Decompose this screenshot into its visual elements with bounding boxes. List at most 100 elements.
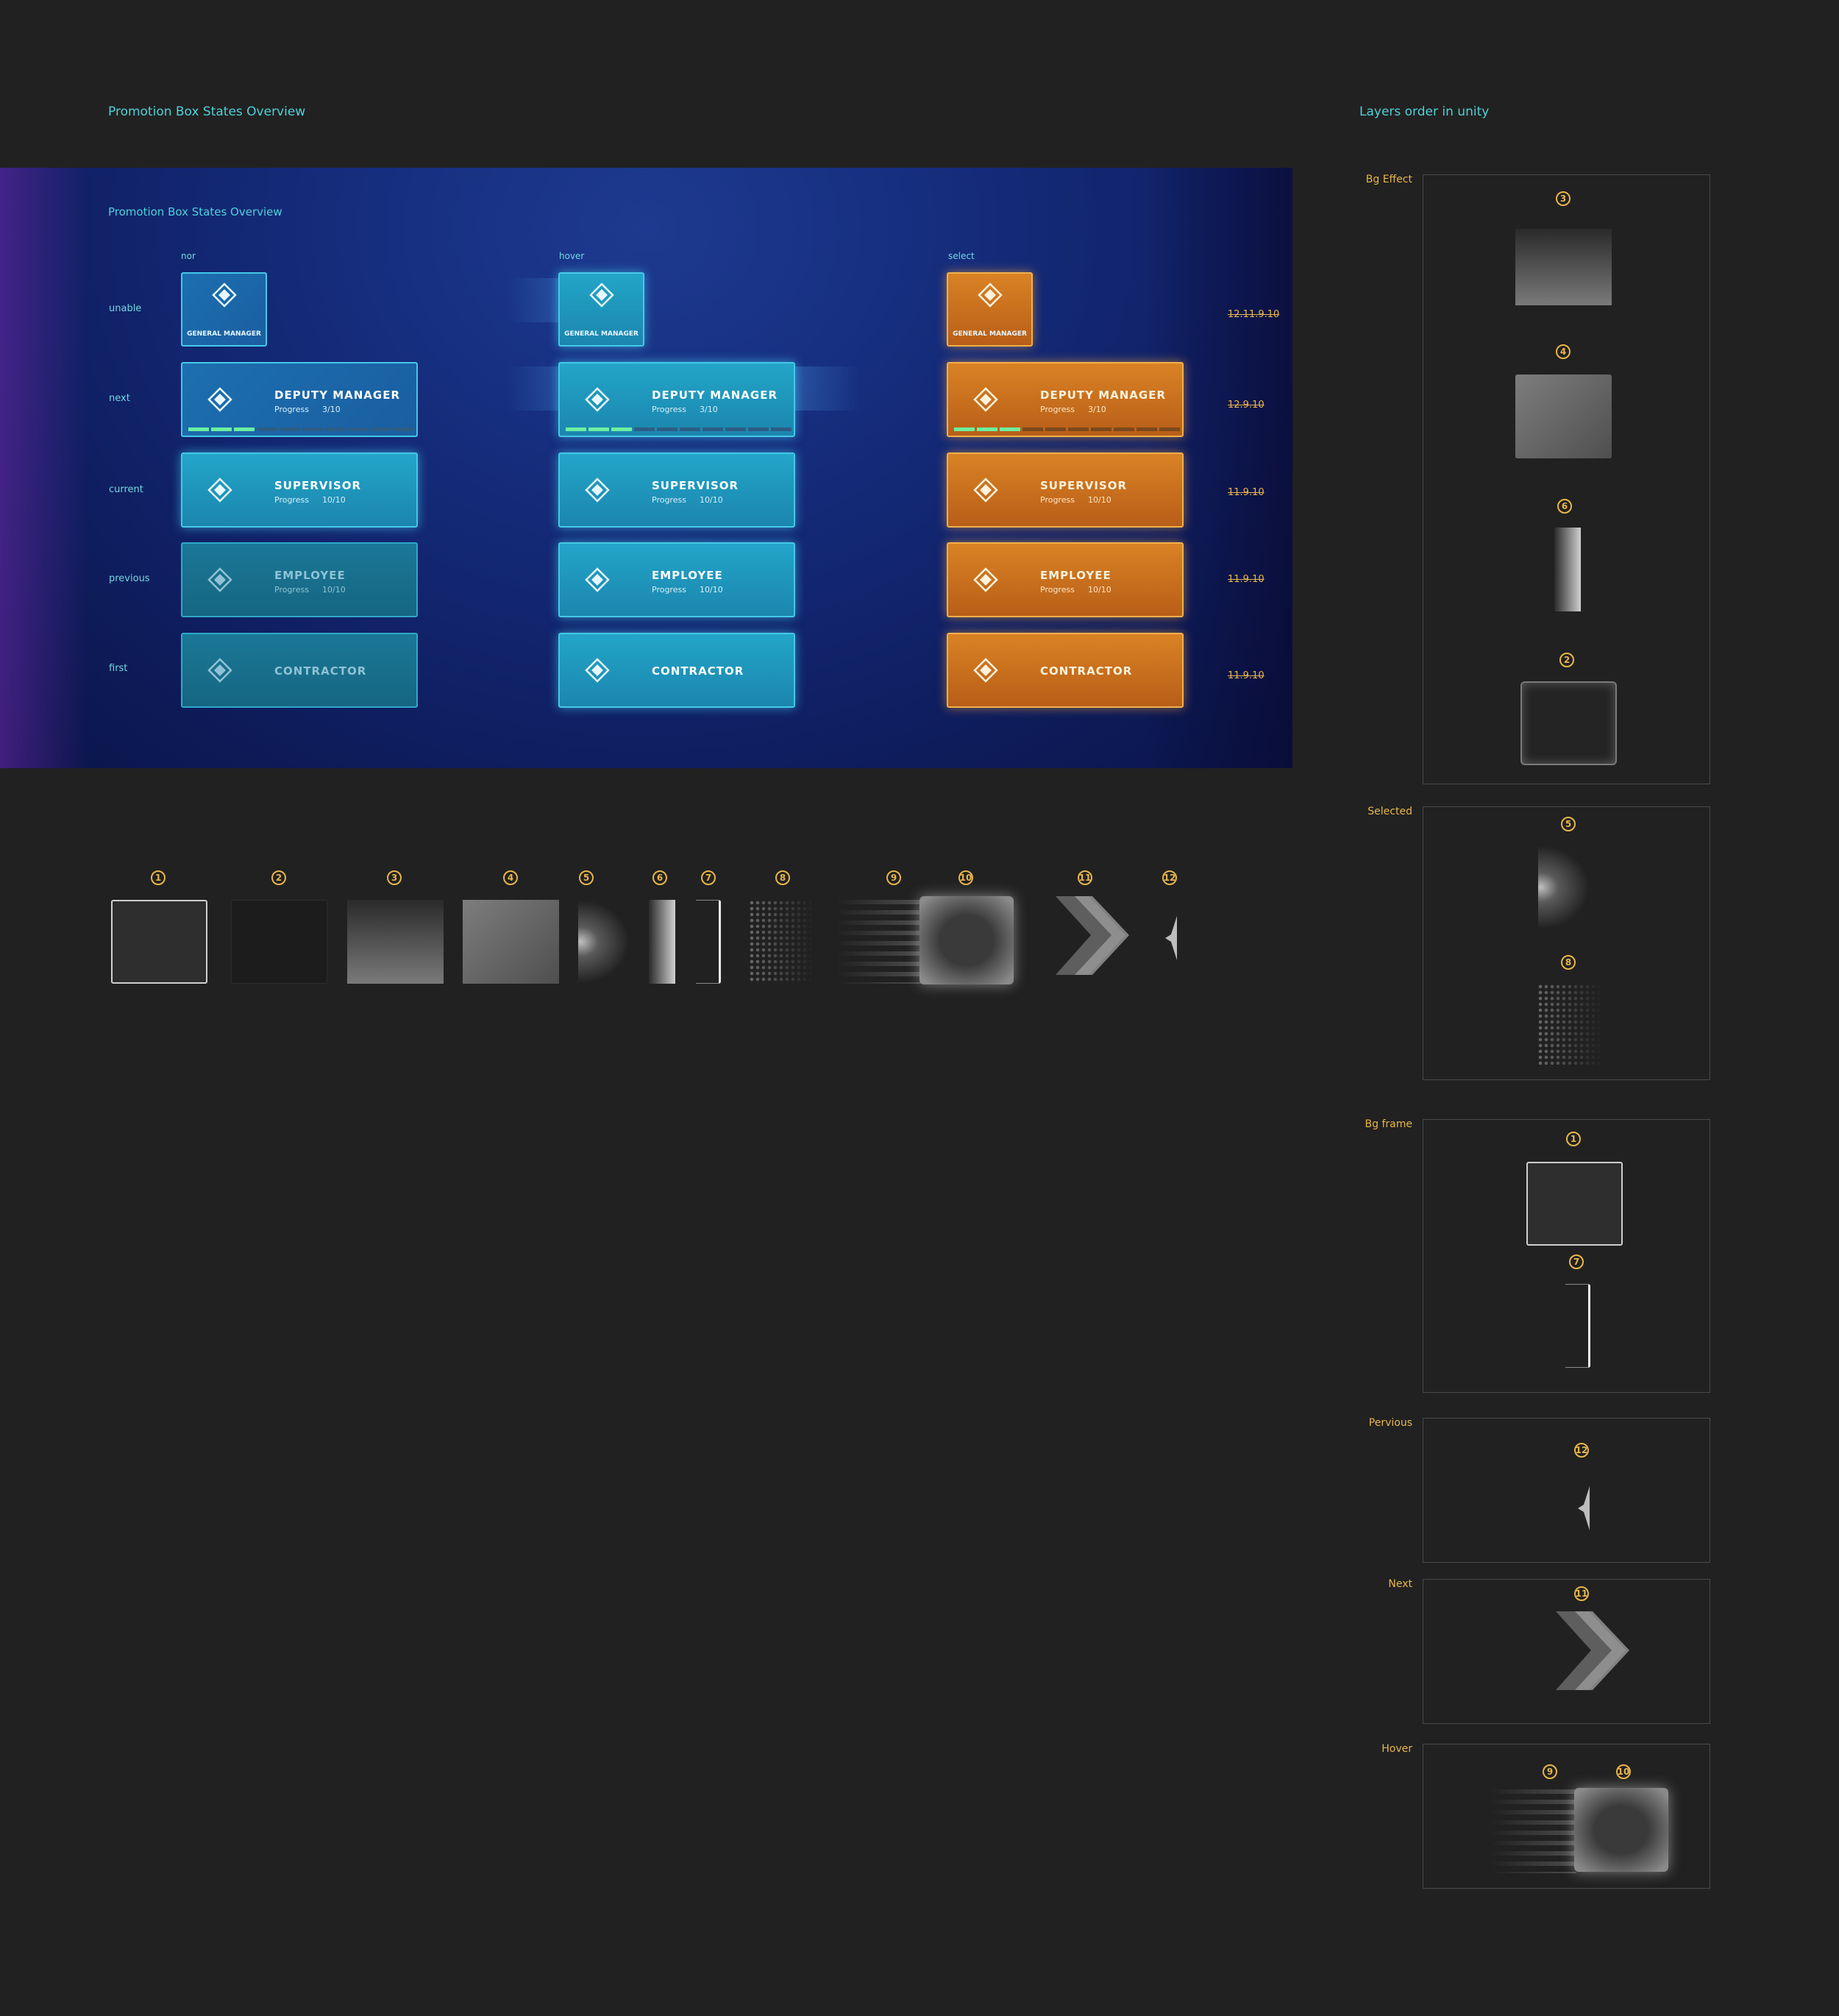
column-header-select: select xyxy=(948,251,975,261)
card-general-manager-select[interactable]: GENERAL MANAGER xyxy=(947,272,1033,347)
card-contractor-hover[interactable]: CONTRACTOR xyxy=(558,633,795,708)
section-label-pervious: Pervious xyxy=(1368,1417,1412,1429)
progress-bar xyxy=(188,427,414,431)
card-supervisor-hover[interactable]: SUPERVISOR Progress 10/10 xyxy=(558,452,795,528)
solid-effect-layer xyxy=(1515,375,1612,458)
card-name: GENERAL MANAGER xyxy=(564,330,639,338)
layer-number: 9 xyxy=(1543,1764,1557,1779)
pervious-panel xyxy=(1423,1418,1710,1563)
card-general-manager-nor[interactable]: GENERAL MANAGER xyxy=(181,272,267,347)
card-name: SUPERVISOR xyxy=(652,479,739,492)
card-deputy-manager-nor[interactable]: DEPUTY MANAGER Progress 3/10 xyxy=(181,362,418,437)
card-employee-nor[interactable]: EMPLOYEE Progress 10/10 xyxy=(181,542,418,617)
previous-marker-icon xyxy=(1165,916,1177,960)
layer-number: 1 xyxy=(1566,1132,1581,1146)
rank-emblem-icon xyxy=(585,387,610,412)
swatch-number: 1 xyxy=(151,870,166,885)
section-label-bg-effect: Bg Effect xyxy=(1365,174,1412,185)
hover-glow-swatch xyxy=(920,896,1014,984)
card-supervisor-select[interactable]: SUPERVISOR Progress 10/10 xyxy=(947,452,1184,528)
card-name: SUPERVISOR xyxy=(1040,479,1128,492)
card-contractor-select[interactable]: CONTRACTOR xyxy=(947,633,1184,708)
swatch-number: 4 xyxy=(503,870,518,885)
card-name: DEPUTY MANAGER xyxy=(274,388,400,402)
progress-value: 10/10 xyxy=(322,495,346,505)
next-chevron-icon xyxy=(1056,896,1129,975)
date-previous: 11.9.10 xyxy=(1228,574,1264,585)
rank-emblem-icon xyxy=(585,658,610,683)
card-supervisor-nor[interactable]: SUPERVISOR Progress 10/10 xyxy=(181,452,418,528)
progress-label: Progress xyxy=(652,495,686,505)
card-name: CONTRACTOR xyxy=(274,664,367,678)
rank-emblem-icon xyxy=(973,658,998,683)
progress-label: Progress xyxy=(1040,585,1075,594)
selected-edge-layer xyxy=(1538,845,1590,929)
section-label-bg-frame: Bg frame xyxy=(1365,1118,1412,1130)
card-employee-hover[interactable]: EMPLOYEE Progress 10/10 xyxy=(558,542,795,617)
progress-bar xyxy=(566,427,792,431)
progress-value: 10/10 xyxy=(1088,495,1111,505)
row-label-next: next xyxy=(109,393,130,404)
progress-value: 3/10 xyxy=(700,405,718,414)
layer-number: 12 xyxy=(1574,1443,1589,1458)
row-label-current: current xyxy=(109,484,143,495)
layer-number: 10 xyxy=(1616,1764,1631,1779)
card-name: CONTRACTOR xyxy=(1040,664,1133,678)
card-name: EMPLOYEE xyxy=(274,569,346,582)
progress-value: 3/10 xyxy=(322,405,341,414)
frame-glow-layer xyxy=(1520,681,1617,765)
card-contractor-nor[interactable]: CONTRACTOR xyxy=(181,633,418,708)
rank-emblem-icon xyxy=(973,387,998,412)
hover-glow-layer xyxy=(1574,1788,1668,1872)
card-employee-select[interactable]: EMPLOYEE Progress 10/10 xyxy=(947,542,1184,617)
row-label-first: first xyxy=(109,663,128,674)
card-deputy-manager-hover[interactable]: DEPUTY MANAGER Progress 3/10 xyxy=(558,362,795,437)
rank-emblem-icon xyxy=(589,283,614,308)
card-deputy-manager-select[interactable]: DEPUTY MANAGER Progress 3/10 xyxy=(947,362,1184,437)
rank-emblem-icon xyxy=(207,658,232,683)
section-label-next: Next xyxy=(1388,1578,1412,1590)
layer-number: 11 xyxy=(1574,1586,1589,1601)
swatch-number: 10 xyxy=(958,870,973,885)
layers-title: Layers order in unity xyxy=(1359,104,1490,119)
progress-label: Progress xyxy=(1040,495,1075,505)
previous-marker-icon xyxy=(1578,1486,1590,1530)
rank-emblem-icon xyxy=(585,478,610,503)
progress-label: Progress xyxy=(274,585,309,594)
rank-emblem-icon xyxy=(212,283,237,308)
card-name: SUPERVISOR xyxy=(274,479,362,492)
date-first: 11.9.10 xyxy=(1228,670,1264,681)
swatch-number: 11 xyxy=(1078,870,1092,885)
bg-frame-layer xyxy=(1526,1162,1623,1246)
progress-label: Progress xyxy=(274,495,309,505)
progress-bar xyxy=(954,427,1180,431)
row-label-previous: previous xyxy=(109,573,150,584)
card-general-manager-hover[interactable]: GENERAL MANAGER xyxy=(558,272,644,347)
swatch-number: 9 xyxy=(886,870,901,885)
hover-streak-layer xyxy=(1490,1789,1576,1873)
progress-value: 10/10 xyxy=(1088,585,1111,594)
date-current: 11.9.10 xyxy=(1228,487,1264,498)
layer-number: 6 xyxy=(1557,499,1572,514)
layer-number: 4 xyxy=(1556,344,1571,359)
card-name: EMPLOYEE xyxy=(652,569,723,582)
layer-number: 3 xyxy=(1556,191,1571,206)
rank-emblem-icon xyxy=(207,478,232,503)
selected-edge-swatch xyxy=(578,900,630,984)
rank-emblem-icon xyxy=(973,567,998,592)
progress-value: 10/10 xyxy=(322,585,346,594)
frame-edge-swatch xyxy=(696,900,721,984)
next-chevron-icon xyxy=(1556,1611,1629,1690)
section-label-hover: Hover xyxy=(1381,1743,1412,1755)
layer-number: 8 xyxy=(1561,955,1576,970)
swatch-number: 3 xyxy=(387,870,402,885)
date-next: 12.9.10 xyxy=(1228,400,1264,411)
section-label-selected: Selected xyxy=(1367,806,1412,817)
progress-label: Progress xyxy=(652,585,686,594)
dark-bg-swatch xyxy=(231,900,327,984)
promotion-overview-panel: Promotion Box States Overview nor hover … xyxy=(0,168,1292,768)
frame-edge-layer xyxy=(1565,1284,1590,1368)
page-title: Promotion Box States Overview xyxy=(108,104,306,119)
left-glow xyxy=(0,168,88,768)
rank-emblem-icon xyxy=(207,567,232,592)
